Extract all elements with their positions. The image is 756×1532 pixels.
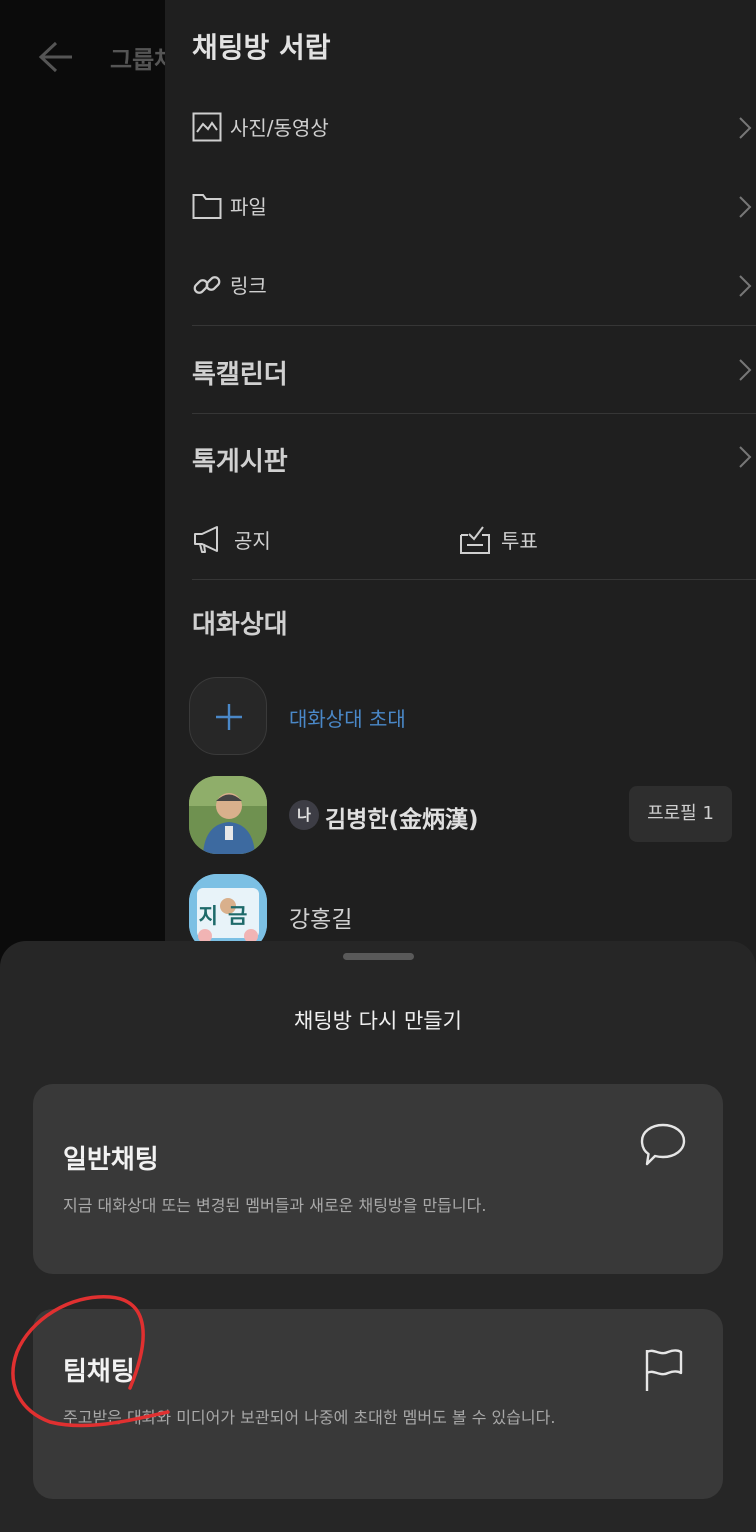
- link-icon: [193, 276, 221, 294]
- drawer-item-links[interactable]: 링크: [192, 256, 752, 316]
- plus-icon: [216, 704, 242, 730]
- divider: [192, 325, 756, 326]
- board-label: 톡게시판: [192, 447, 288, 477]
- chevron-right-icon: [739, 196, 752, 218]
- drawer-item-label: 링크: [230, 274, 267, 298]
- calendar-label: 톡캘린더: [192, 360, 288, 390]
- background-header: 그룹채: [0, 0, 176, 110]
- invite-avatar: [189, 677, 267, 755]
- member-name: 강홍길: [289, 907, 353, 933]
- invite-member-button[interactable]: 대화상대 초대: [189, 677, 749, 757]
- drawer-item-files[interactable]: 파일: [192, 177, 752, 237]
- ballot-box-icon: [460, 526, 490, 554]
- divider: [192, 413, 756, 414]
- chevron-right-icon: [739, 275, 752, 297]
- invite-label: 대화상대 초대: [289, 707, 406, 731]
- option-title: 일반채팅: [63, 1145, 159, 1175]
- me-badge: 나: [289, 800, 319, 830]
- folder-icon: [192, 194, 222, 219]
- member-row[interactable]: 나 김병한(金炳漢) 프로필 1: [189, 776, 749, 856]
- chevron-right-icon: [739, 117, 752, 139]
- megaphone-icon: [194, 526, 218, 553]
- avatar: [189, 776, 267, 854]
- drawer-item-vote[interactable]: 투표: [459, 519, 699, 559]
- profile-button[interactable]: 프로필 1: [629, 786, 732, 842]
- drawer-item-board[interactable]: 톡게시판: [192, 431, 752, 491]
- notice-label: 공지: [234, 529, 271, 553]
- bottom-sheet: 채팅방 다시 만들기 일반채팅 지금 대화상대 또는 변경된 멤버들과 새로운 …: [0, 941, 756, 1532]
- normal-chat-option[interactable]: 일반채팅 지금 대화상대 또는 변경된 멤버들과 새로운 채팅방을 만듭니다.: [33, 1084, 723, 1274]
- avatar-photo: [189, 776, 267, 854]
- chevron-right-icon: [739, 446, 752, 468]
- drawer-item-notice[interactable]: 공지: [192, 519, 432, 559]
- divider: [192, 579, 756, 580]
- drawer-title: 채팅방 서랍: [192, 31, 331, 64]
- drawer-item-calendar[interactable]: 톡캘린더: [192, 344, 752, 404]
- vote-label: 투표: [501, 529, 538, 553]
- chevron-right-icon: [739, 359, 752, 381]
- drawer-item-label: 파일: [230, 195, 267, 219]
- photo-icon: [192, 112, 222, 142]
- member-name: 김병한(金炳漢): [325, 807, 479, 833]
- sheet-drag-handle[interactable]: [343, 953, 414, 960]
- option-description: 주고받은 대화와 미디어가 보관되어 나중에 초대한 멤버도 볼 수 있습니다.: [63, 1408, 556, 1427]
- speech-bubble-icon: [640, 1123, 686, 1166]
- option-title: 팀채팅: [63, 1357, 135, 1387]
- drawer-item-photos[interactable]: 사진/동영상: [192, 98, 752, 158]
- back-arrow-icon: [38, 41, 72, 73]
- drawer-item-label: 사진/동영상: [230, 116, 329, 140]
- sheet-title: 채팅방 다시 만들기: [294, 1009, 462, 1033]
- avatar-text: 지금: [198, 904, 258, 928]
- members-title: 대화상대: [192, 610, 288, 640]
- option-description: 지금 대화상대 또는 변경된 멤버들과 새로운 채팅방을 만듭니다.: [63, 1196, 487, 1215]
- team-chat-option[interactable]: 팀채팅 주고받은 대화와 미디어가 보관되어 나중에 초대한 멤버도 볼 수 있…: [33, 1309, 723, 1499]
- flag-icon: [645, 1349, 683, 1391]
